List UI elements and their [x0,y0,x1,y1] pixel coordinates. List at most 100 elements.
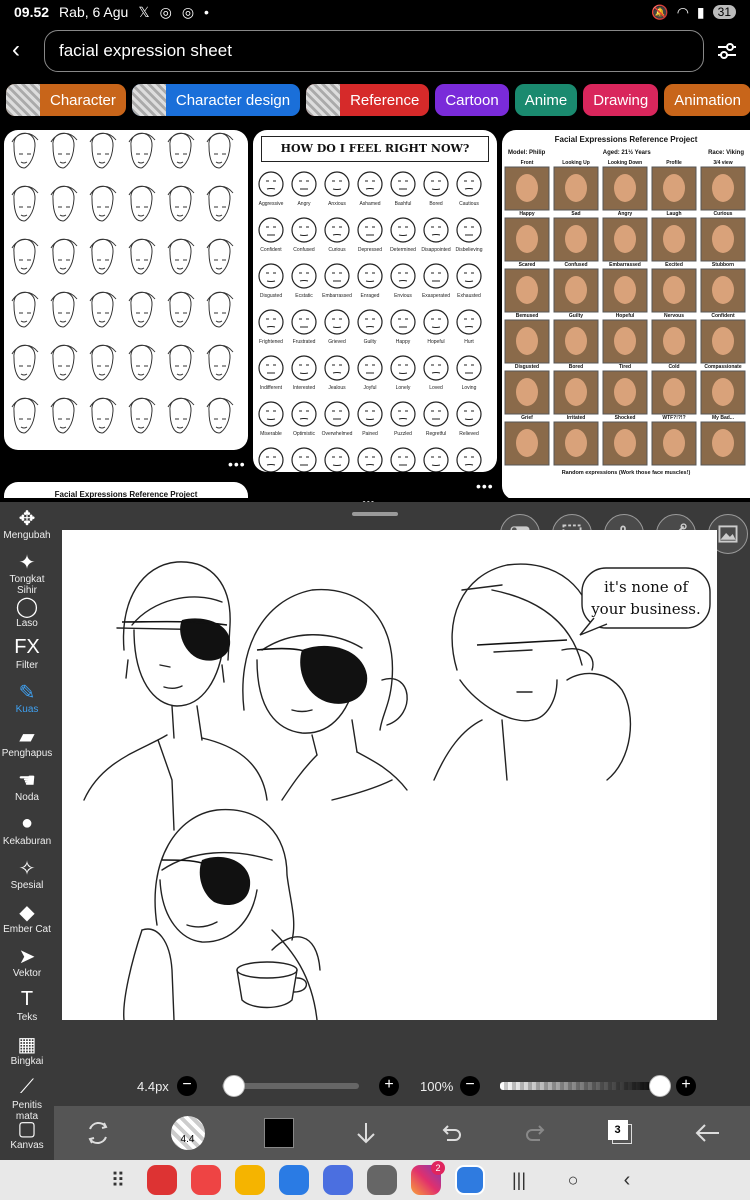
tool-label: Ember Cat [3,924,51,935]
fx-filter-icon: FX [14,636,40,658]
opacity-plus-button[interactable]: + [676,1076,696,1096]
pin-how-do-i-feel[interactable]: HOW DO I FEEL RIGHT NOW? Aggressive Angry… [253,130,497,472]
back-button-icon[interactable]: ‹ [607,1169,647,1192]
reference-photo-face [614,225,636,253]
emotion-face [456,171,482,197]
action-bar: 4.4 3 [54,1106,750,1160]
messages-app-icon[interactable] [279,1165,309,1195]
chip-1[interactable]: Character design [131,84,301,116]
opacity-label: 100% [420,1079,454,1094]
photo-label: Angry [618,211,633,217]
layers-button[interactable]: 3 [607,1120,634,1146]
tool-text[interactable]: T Teks [0,988,54,1023]
tool-smudge[interactable]: ☚ Noda [0,768,54,803]
pin-more-icon[interactable]: ••• [228,456,246,472]
emotion-label: Determined [390,247,416,253]
emotion-face [258,217,284,243]
undo-icon[interactable] [438,1120,464,1146]
chip-4[interactable]: Anime [514,84,578,116]
download-arrow-icon[interactable] [353,1120,379,1146]
emotion-face [357,447,383,472]
emotion-label: Regretful [426,431,446,437]
tool-lasso[interactable]: ◯ Laso [0,594,54,629]
pin-facial-reference-project-2[interactable]: Facial Expressions Reference Project [4,482,248,498]
tool-vector-cursor[interactable]: ➤ Vektor [0,944,54,979]
pin-facial-reference-project[interactable]: Facial Expressions Reference Project Mod… [502,130,750,498]
chip-2[interactable]: Reference [306,84,430,116]
emotion-face [258,447,284,472]
sketch-face [50,344,78,381]
color-swatch-button[interactable] [263,1118,294,1148]
chip-0[interactable]: Character [6,84,126,116]
tool-fx-filter[interactable]: FX Filter [0,636,54,671]
pin4-title: Facial Expressions Reference Project [54,490,198,498]
app-icon-1[interactable] [147,1165,177,1195]
status-bar: 09.52 Rab, 6 Agu 𝕏 ◎ ◎ • 🔕 ◠ ▮ 31 [0,0,750,24]
sketch-face [11,344,39,381]
reference-photo-face [663,225,685,253]
app-grid-icon[interactable]: ⠿ [103,1168,133,1193]
paint-bucket-icon: ◆ [19,902,35,924]
size-minus-button[interactable]: − [177,1076,197,1096]
tool-magic-wand[interactable]: ✦ Tongkat Sihir [0,550,54,596]
size-plus-button[interactable]: + [379,1076,399,1096]
emotion-label: Curious [328,247,346,253]
sketch-face [89,238,117,275]
drawing-canvas[interactable]: it's none of your business. [62,530,717,1020]
chip-thumbnail [306,84,341,116]
emotion-face [456,355,482,381]
instagram-app-icon[interactable]: 2 [411,1161,445,1195]
opacity-slider[interactable] [500,1082,660,1090]
chip-3[interactable]: Cartoon [435,84,509,116]
search-input[interactable]: facial expression sheet [44,30,704,72]
photo-label: Hopeful [616,313,635,319]
photo-grid-footer: Random expressions (Work those face musc… [562,470,691,476]
files-app-icon[interactable] [235,1165,265,1195]
window-handle-2[interactable] [352,512,398,516]
back-arrow-icon-2[interactable] [693,1120,721,1146]
tool-eraser[interactable]: ▰ Penghapus [0,724,54,759]
tool-move[interactable]: ✥ Mengubah [0,506,54,541]
back-arrow-icon[interactable]: ‹ [12,38,34,62]
browser-app-icon[interactable] [323,1165,353,1195]
photo-label: Bemused [516,313,539,319]
tool-canvas[interactable]: ▢ Kanvas [0,1116,54,1151]
redo-icon[interactable] [523,1120,549,1146]
filter-sliders-icon[interactable] [716,40,738,62]
transform-rotate-icon[interactable] [84,1119,112,1147]
brush-preview-button[interactable]: 4.4 [170,1116,205,1150]
sketch-face [50,238,78,275]
brush-size-knob[interactable] [222,1075,245,1097]
reference-photo-face [565,429,587,457]
pin-more-icon-2[interactable]: ••• [476,478,494,494]
opacity-minus-button[interactable]: − [460,1076,480,1096]
screen: 09.52 Rab, 6 Agu 𝕏 ◎ ◎ • 🔕 ◠ ▮ 31 ‹ faci… [0,0,750,1200]
sketch-face [11,238,39,275]
tool-brush[interactable]: ✎ Kuas [0,680,54,715]
pin-character-sketches[interactable] [4,130,248,450]
camera-app-icon[interactable] [367,1165,397,1195]
chip-6[interactable]: Animation [664,84,750,116]
translate-app-icon[interactable] [455,1165,485,1195]
app-icon-2[interactable] [191,1165,221,1195]
reference-photo-face [516,327,538,355]
tool-blur-drop[interactable]: ● Kekaburan [0,812,54,847]
home-button-icon[interactable]: ○ [553,1170,593,1191]
emotion-label: Enraged [361,293,380,299]
reference-photo-face [516,378,538,406]
tool-paint-bucket[interactable]: ◆ Ember Cat [0,900,54,935]
reference-photo-face [614,276,636,304]
emotion-label: Confused [293,247,315,253]
move-icon: ✥ [18,508,36,530]
emotion-face [456,309,482,335]
recents-icon[interactable]: ||| [499,1170,539,1191]
android-nav-bar: ⠿ 2 ||| ○ ‹ [0,1160,750,1200]
brush-size-label: 4.4px [137,1079,169,1094]
chip-5[interactable]: Drawing [583,84,659,116]
photo-label: Tired [619,364,631,370]
opacity-knob[interactable] [649,1075,671,1097]
tool-special[interactable]: ✧ Spesial [0,856,54,891]
tool-frame[interactable]: ▦ Bingkai [0,1032,54,1067]
emotion-face [324,447,350,472]
photo-label: Laugh [667,211,682,217]
